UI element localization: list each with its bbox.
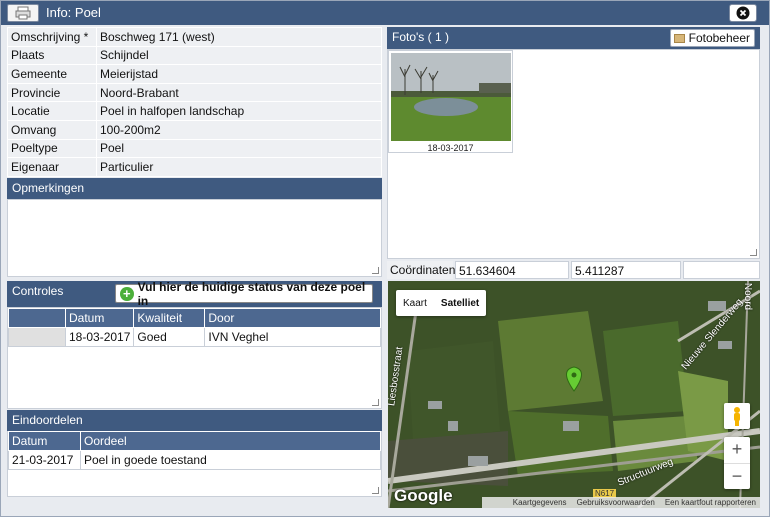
latitude-field[interactable]: 51.634604: [455, 261, 569, 279]
info-label: Plaats: [7, 45, 97, 66]
resize-handle[interactable]: [372, 399, 379, 406]
map-tab-satelliet[interactable]: Satelliet: [434, 298, 486, 309]
terms-link[interactable]: Gebruiksvoorwaarden: [577, 498, 655, 508]
column-header: [8, 308, 66, 328]
info-row: Plaats Schijndel: [7, 45, 382, 66]
close-button[interactable]: [729, 4, 757, 22]
google-logo: Google: [394, 486, 453, 505]
info-value: Meierijstad: [96, 64, 382, 84]
info-label: Eigenaar: [7, 157, 97, 177]
info-row: Gemeente Meierijstad: [7, 64, 382, 84]
table-row[interactable]: 18-03-2017 Goed IVN Veghel: [8, 327, 381, 347]
coord-extra-field[interactable]: [683, 261, 760, 279]
road-label: Noord: [742, 282, 754, 311]
folder-icon: [673, 34, 685, 43]
map-footer: Kaartgegevens Gebruiksvoorwaarden Een ka…: [482, 497, 760, 508]
fotos-title: Foto's ( 1 ): [392, 30, 449, 44]
info-row: Locatie Poel in halfopen landschap: [7, 101, 382, 121]
cell-door: IVN Veghel: [204, 327, 381, 347]
resize-handle[interactable]: [750, 249, 757, 256]
eindoordelen-table: Datum Oordeel 21-03-2017 Poel in goede t…: [8, 431, 381, 470]
map-data-link[interactable]: Kaartgegevens: [513, 498, 567, 508]
info-value: Particulier: [96, 157, 382, 177]
info-row: Provincie Noord-Brabant: [7, 82, 382, 103]
info-label: Locatie: [7, 101, 97, 121]
table-row[interactable]: 21-03-2017 Poel in goede toestand: [8, 450, 381, 470]
info-value: 100-200m2: [96, 119, 382, 140]
info-value: Schijndel: [96, 45, 382, 66]
column-header[interactable]: Datum: [8, 431, 81, 451]
column-header[interactable]: Datum: [64, 308, 135, 328]
info-row: Eigenaar Particulier: [7, 157, 382, 177]
info-row: Omschrijving * Boschweg 171 (west): [7, 27, 382, 47]
opmerkingen-heading: Opmerkingen: [7, 178, 382, 199]
coordinaten-label: Coördinaten: [387, 261, 455, 279]
column-header[interactable]: Kwaliteit: [133, 308, 206, 328]
cell-oordeel: Poel in goede toestand: [80, 450, 381, 470]
window-title: Info: Poel: [46, 5, 101, 20]
info-value: Boschweg 171 (west): [96, 27, 382, 47]
controles-title: Controles: [12, 284, 64, 298]
cell-datum: 21-03-2017: [8, 450, 81, 470]
info-label: Omvang: [7, 119, 97, 140]
info-label: Provincie: [7, 82, 97, 103]
resize-handle[interactable]: [372, 267, 379, 274]
add-status-button[interactable]: + Vul hier de huidige status van deze po…: [115, 280, 373, 308]
row-selector[interactable]: [8, 327, 66, 347]
pegman-icon: [734, 407, 740, 426]
column-header[interactable]: Door: [204, 308, 381, 328]
info-table: Omschrijving * Boschweg 171 (west) Plaats…: [7, 27, 382, 177]
cell-datum: 18-03-2017: [64, 327, 135, 347]
pond-photo: [391, 53, 511, 141]
info-value: Poel: [96, 138, 382, 159]
photo-thumbnail[interactable]: 18-03-2017: [388, 50, 513, 153]
close-icon: [736, 6, 750, 20]
fotobeheer-label: Fotobeheer: [688, 31, 750, 45]
plus-icon: +: [120, 286, 134, 301]
fotobeheer-button[interactable]: Fotobeheer: [669, 29, 755, 47]
info-label: Gemeente: [7, 64, 97, 84]
zoom-in-button[interactable]: +: [724, 437, 750, 463]
table-header-row: Datum Oordeel: [8, 431, 381, 451]
column-header[interactable]: Oordeel: [80, 431, 381, 451]
resize-handle[interactable]: [372, 487, 379, 494]
report-error-link[interactable]: Een kaartfout rapporteren: [665, 498, 756, 508]
photo-caption: 18-03-2017: [427, 143, 474, 153]
poel-info-window: Info: Poel Omschrijving * Boschweg 171 (w…: [0, 0, 770, 517]
table-header-row: Datum Kwaliteit Door: [8, 308, 381, 328]
add-status-label: Vul hier de huidige status van deze poel…: [137, 279, 366, 308]
satellite-map[interactable]: Nieuwe Slenderweg Structuurweg Liesbosst…: [388, 281, 760, 508]
title-bar: Info: Poel: [1, 1, 769, 25]
opmerkingen-textarea[interactable]: [7, 199, 382, 277]
zoom-out-button[interactable]: −: [724, 463, 750, 489]
zoom-control: + −: [724, 437, 750, 489]
info-value: Noord-Brabant: [96, 82, 382, 103]
info-value: Poel in halfopen landschap: [96, 101, 382, 121]
longitude-field[interactable]: 5.411287: [571, 261, 681, 279]
street-view-button[interactable]: [724, 403, 750, 429]
print-icon[interactable]: [7, 4, 39, 22]
eindoordelen-heading: Eindoordelen: [7, 410, 382, 431]
map-tab-kaart[interactable]: Kaart: [396, 298, 434, 309]
cell-kwaliteit: Goed: [133, 327, 206, 347]
info-label: Omschrijving *: [7, 27, 97, 47]
info-row: Poeltype Poel: [7, 138, 382, 159]
info-row: Omvang 100-200m2: [7, 119, 382, 140]
info-label: Poeltype: [7, 138, 97, 159]
controles-table: Datum Kwaliteit Door 18-03-2017 Goed IVN…: [8, 308, 381, 347]
map-type-control: Kaart Satelliet: [396, 290, 486, 316]
